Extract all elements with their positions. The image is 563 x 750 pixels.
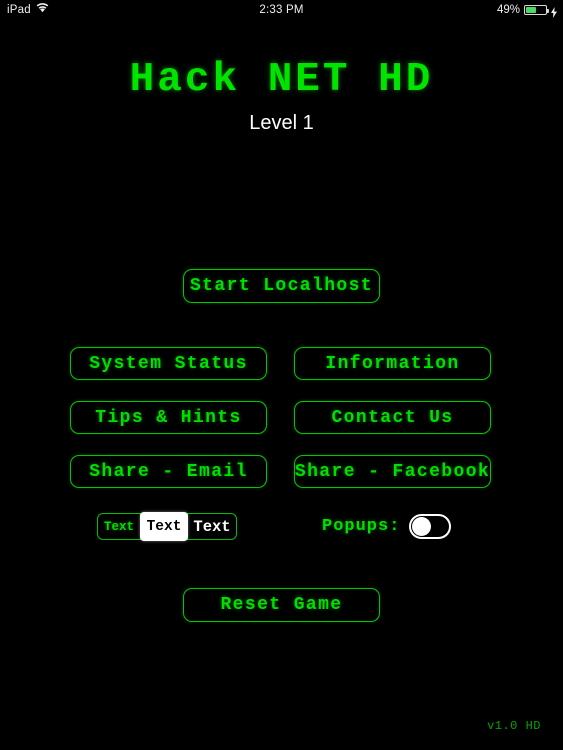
- menu-button-grid: System Status Information Tips & Hints C…: [70, 347, 491, 488]
- text-size-option-medium[interactable]: Text: [140, 512, 188, 541]
- text-size-option-small[interactable]: Text: [97, 513, 141, 540]
- options-row: Text Text Text Popups:: [0, 512, 563, 541]
- lightning-bolt-icon: [551, 5, 557, 18]
- information-button[interactable]: Information: [294, 347, 491, 380]
- popups-setting: Popups:: [322, 513, 452, 540]
- status-bar-clock: 2:33 PM: [259, 4, 304, 16]
- battery-icon: [524, 5, 549, 15]
- app-title: Hack NET HD: [129, 57, 434, 103]
- level-label: Level 1: [249, 112, 314, 134]
- system-status-button[interactable]: System Status: [70, 347, 267, 380]
- start-localhost-button[interactable]: Start Localhost: [183, 269, 380, 303]
- popups-toggle-switch[interactable]: [409, 514, 452, 539]
- tips-and-hints-button[interactable]: Tips & Hints: [70, 401, 267, 434]
- text-size-option-large[interactable]: Text: [187, 513, 237, 540]
- share-facebook-button[interactable]: Share - Facebook: [294, 455, 491, 488]
- text-size-segmented-control[interactable]: Text Text Text: [97, 512, 237, 541]
- contact-us-button[interactable]: Contact Us: [294, 401, 491, 434]
- battery-percent-label: 49%: [496, 4, 520, 16]
- share-email-button[interactable]: Share - Email: [70, 455, 267, 488]
- reset-game-button[interactable]: Reset Game: [183, 588, 380, 622]
- status-bar-right: 49%: [497, 0, 557, 20]
- toggle-knob: [412, 517, 432, 536]
- version-label: v1.0 HD: [487, 719, 541, 733]
- status-bar: iPad 2:33 PM 49%: [0, 0, 563, 20]
- popups-label: Popups:: [322, 517, 401, 536]
